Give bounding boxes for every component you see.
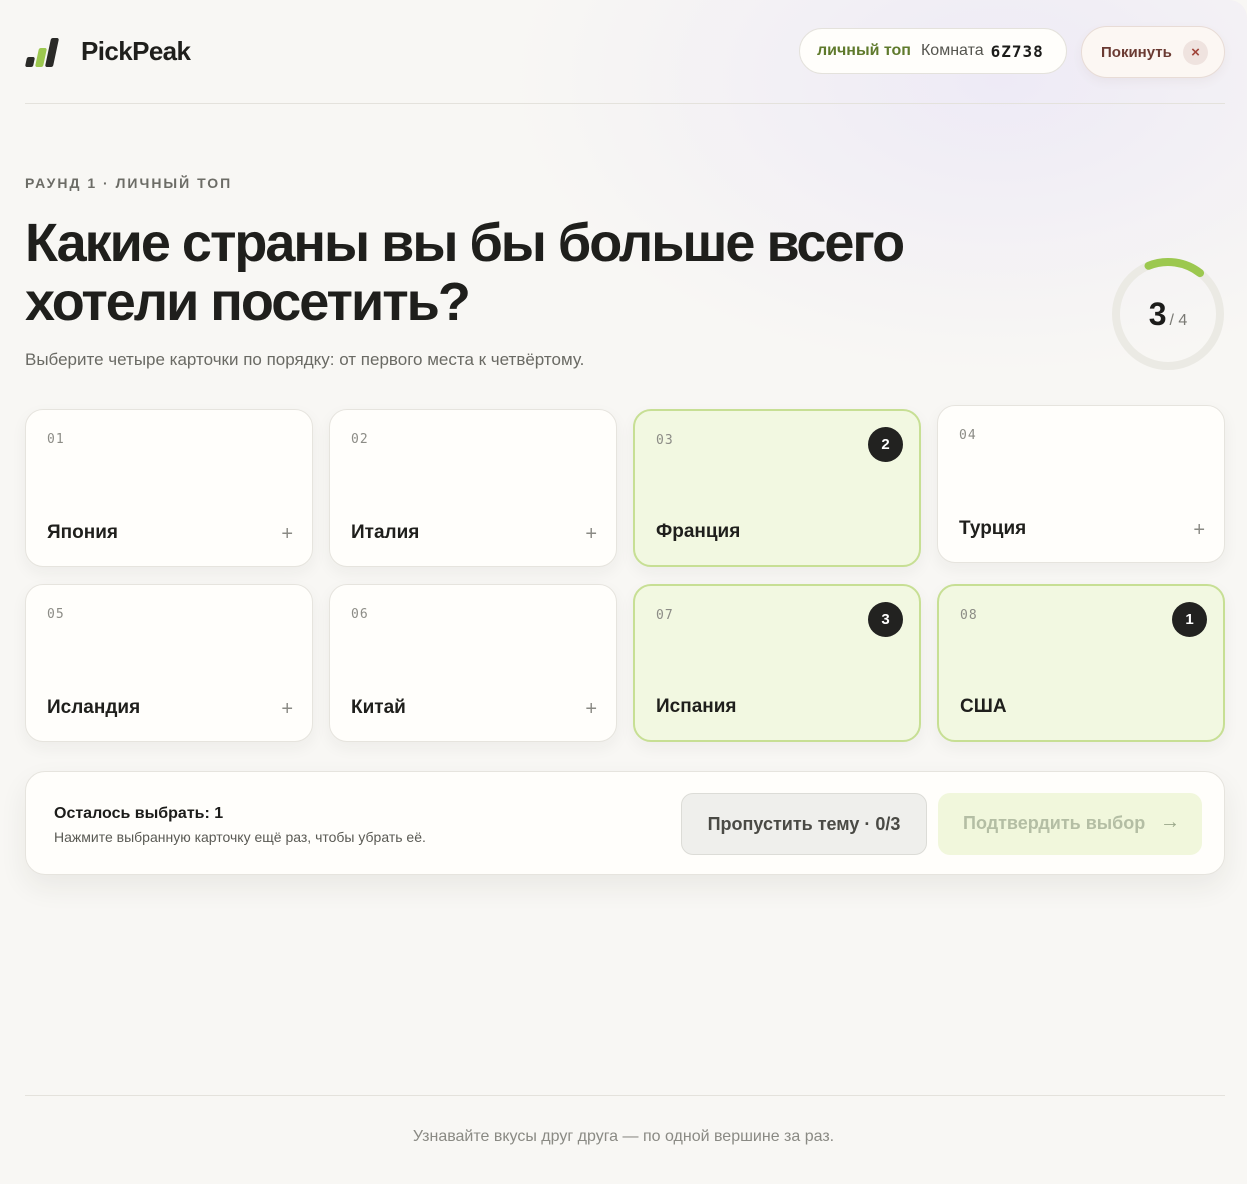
header: PickPeak личный топ Комната 6Z738 Покину…: [24, 24, 1225, 80]
card-label: Турция: [959, 518, 1027, 539]
logo[interactable]: PickPeak: [24, 36, 191, 67]
room-mode: личный топ: [817, 42, 911, 59]
skip-topic-button[interactable]: Пропустить тему · 0/3: [681, 793, 927, 855]
footer-divider: [25, 1095, 1225, 1096]
rank-badge: 2: [868, 427, 903, 462]
plus-icon: +: [585, 523, 597, 545]
leave-button[interactable]: Покинуть ×: [1081, 26, 1225, 78]
page: PickPeak личный топ Комната 6Z738 Покину…: [0, 0, 1247, 1184]
plus-icon: +: [281, 523, 293, 545]
progress-readout: 3/ 4: [1110, 296, 1226, 333]
card-label: Исландия: [47, 697, 141, 718]
card-label: США: [960, 696, 1007, 717]
option-card[interactable]: 06 Китай +: [329, 584, 617, 742]
option-card[interactable]: 01 Япония +: [25, 409, 313, 567]
room-code: 6Z738: [990, 41, 1044, 61]
plus-icon: +: [585, 698, 597, 720]
round-label: РАУНД 1 · ЛИЧНЫЙ ТОП: [25, 175, 233, 191]
card-number: 04: [959, 428, 977, 443]
progress-ring: 3/ 4: [1110, 256, 1226, 372]
card-number: 03: [656, 433, 674, 448]
option-card-selected[interactable]: 08 1 США: [937, 584, 1225, 742]
card-number: 05: [47, 607, 65, 622]
card-label: Япония: [47, 522, 118, 543]
card-label: Италия: [351, 522, 420, 543]
option-card-selected[interactable]: 03 2 Франция: [633, 409, 921, 567]
option-card[interactable]: 04 Турция +: [937, 405, 1225, 563]
progress-current: 3: [1148, 296, 1167, 332]
card-number: 01: [47, 432, 65, 447]
card-number: 08: [960, 608, 978, 623]
remaining-count: Осталось выбрать: 1: [54, 805, 224, 822]
confirm-label: Подтвердить выбор: [963, 813, 1146, 833]
question-hint: Выберите четыре карточки по порядку: от …: [25, 350, 585, 369]
card-label: Испания: [656, 696, 737, 717]
plus-icon: +: [281, 698, 293, 720]
progress-total: / 4: [1169, 312, 1188, 329]
rank-badge: 3: [868, 602, 903, 637]
card-label: Китай: [351, 697, 406, 718]
close-icon: ×: [1183, 40, 1208, 65]
plus-icon: +: [1193, 519, 1205, 541]
card-number: 07: [656, 608, 674, 623]
room-badge: личный топ Комната 6Z738: [799, 28, 1067, 74]
action-panel: Осталось выбрать: 1 Нажмите выбранную ка…: [25, 771, 1225, 875]
confirm-button[interactable]: Подтвердить выбор →: [938, 793, 1202, 855]
footer-tagline: Узнавайте вкусы друг друга — по одной ве…: [412, 1128, 835, 1145]
logo-bars-icon: [24, 37, 60, 67]
card-number: 06: [351, 607, 369, 622]
question-title: Какие страны вы бы больше всего хотели п…: [25, 213, 905, 332]
card-label: Франция: [656, 521, 741, 542]
rank-badge: 1: [1172, 602, 1207, 637]
app-name: PickPeak: [81, 36, 191, 66]
option-card[interactable]: 02 Италия +: [329, 409, 617, 567]
option-card[interactable]: 05 Исландия +: [25, 584, 313, 742]
remaining-hint: Нажмите выбранную карточку ещё раз, чтоб…: [54, 829, 426, 845]
card-number: 02: [351, 432, 369, 447]
room-label: Комната: [920, 42, 984, 59]
arrow-right-icon: →: [1160, 811, 1180, 833]
option-card-selected[interactable]: 07 3 Испания: [633, 584, 921, 742]
header-divider: [25, 103, 1225, 104]
leave-label: Покинуть: [1101, 43, 1172, 61]
